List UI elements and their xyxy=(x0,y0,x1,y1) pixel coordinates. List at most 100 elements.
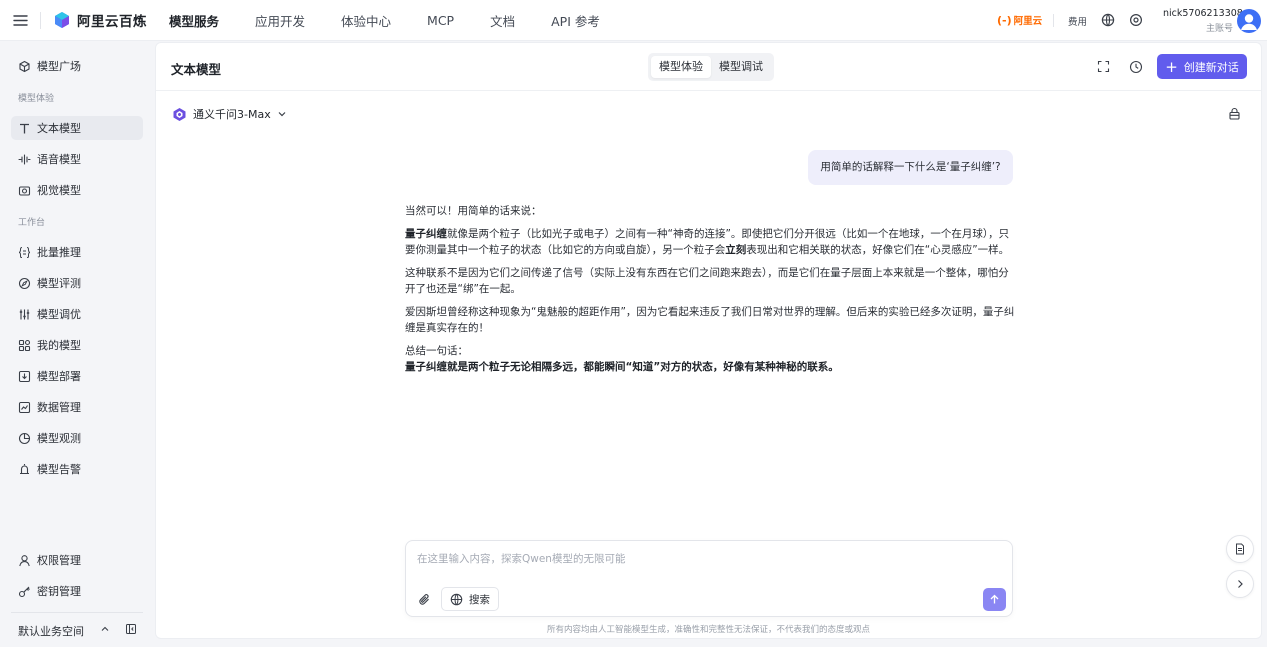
sidebar-item-model-alert[interactable]: 模型告警 xyxy=(11,457,143,481)
answer-summary: 量子纠缠就是两个粒子无论相隔多远，都能瞬间“知道”对方的状态，好像有某种神秘的联… xyxy=(405,359,1015,375)
answer-text: 表现出和它相关联的状态，好像它们在“心灵感应”一样。 xyxy=(746,244,1010,256)
avatar[interactable] xyxy=(1237,9,1261,33)
sidebar-item-model-plaza[interactable]: 模型广场 xyxy=(11,54,143,78)
chevron-right-icon xyxy=(1238,580,1243,588)
qwen-logo-icon xyxy=(172,107,187,122)
sidebar-group-experience: 模型体验 xyxy=(18,94,55,104)
lock-icon[interactable] xyxy=(1228,107,1241,120)
chat-input[interactable] xyxy=(417,551,997,571)
sidebar-item-model-deploy[interactable]: 模型部署 xyxy=(11,364,143,388)
new-chat-button[interactable]: + 创建新对话 xyxy=(1157,54,1247,79)
top-bar: 阿里云百炼 模型服务 应用开发 体验中心 MCP 文档 API 参考 (-) 阿… xyxy=(0,0,1267,41)
sidebar-item-label: 语音模型 xyxy=(37,153,81,166)
sidebar: 模型广场 模型体验 文本模型 语音模型 视觉模型 工作台 批量推理 模型评测 模… xyxy=(0,42,154,647)
answer-intro: 当然可以！用简单的话来说： xyxy=(405,205,542,217)
tab-model-experience[interactable]: 模型体验 xyxy=(651,56,711,78)
sidebar-item-label: 模型调优 xyxy=(37,308,81,321)
sidebar-item-label: 模型部署 xyxy=(37,370,81,383)
sidebar-item-voice-model[interactable]: 语音模型 xyxy=(11,147,143,171)
braces-icon xyxy=(18,246,31,259)
text-icon xyxy=(18,122,31,135)
answer-bold: 量子纠缠 xyxy=(405,228,447,240)
sidebar-item-keys[interactable]: 密钥管理 xyxy=(11,579,143,603)
document-icon xyxy=(1236,543,1244,555)
sidebar-item-label: 权限管理 xyxy=(37,554,81,567)
answer-paragraph: 爱因斯坦曾经称这种现象为“鬼魅般的超距作用”，因为它看起来违反了我们日常对世界的… xyxy=(405,306,1015,334)
alarm-icon xyxy=(18,463,31,476)
bailian-logo-icon xyxy=(53,11,71,29)
nav-mcp[interactable]: MCP xyxy=(427,13,454,28)
sliders-icon xyxy=(18,308,31,321)
sidebar-item-label: 数据管理 xyxy=(37,401,81,414)
fee-link[interactable]: 费用 xyxy=(1068,14,1087,28)
waveform-icon xyxy=(18,153,31,166)
fullscreen-icon[interactable] xyxy=(1097,60,1110,73)
sidebar-item-my-models[interactable]: 我的模型 xyxy=(11,333,143,357)
answer-summary-label: 总结一句话： xyxy=(405,345,468,357)
divider xyxy=(11,612,143,613)
aliyun-bracket-icon: (-) xyxy=(997,13,1012,27)
nav-experience-center[interactable]: 体验中心 xyxy=(341,11,391,30)
sidebar-item-label: 模型广场 xyxy=(37,60,81,73)
send-button[interactable] xyxy=(983,588,1006,611)
workspace-selector[interactable]: 默认业务空间 xyxy=(18,623,84,639)
sidebar-item-data-management[interactable]: 数据管理 xyxy=(11,395,143,419)
gear-icon[interactable] xyxy=(1129,13,1143,27)
brand-name: 阿里云百炼 xyxy=(77,14,147,30)
sidebar-item-label: 密钥管理 xyxy=(37,585,81,598)
user-role: 主账号 xyxy=(1205,24,1233,34)
tab-model-debug[interactable]: 模型调试 xyxy=(711,56,771,78)
web-search-toggle[interactable]: 搜索 xyxy=(441,587,499,611)
user-message: 用简单的话解释一下什么是‘量子纠缠’? xyxy=(808,150,1013,185)
expand-panel-button[interactable] xyxy=(1226,570,1254,598)
cube-icon xyxy=(18,60,31,73)
camera-icon xyxy=(18,184,31,197)
grid-icon xyxy=(18,339,31,352)
key-icon xyxy=(18,585,31,598)
divider xyxy=(40,12,41,29)
aliyun-logo[interactable]: (-) 阿里云 xyxy=(997,13,1043,28)
sidebar-group-workbench: 工作台 xyxy=(18,218,46,228)
history-icon[interactable] xyxy=(1129,60,1143,74)
plus-icon: + xyxy=(1165,57,1178,76)
download-box-icon xyxy=(18,370,31,383)
brand[interactable]: 阿里云百炼 xyxy=(53,10,147,30)
new-chat-label: 创建新对话 xyxy=(1183,60,1239,74)
nav-api-reference[interactable]: API 参考 xyxy=(551,11,600,30)
model-selector[interactable]: 通义千问3-Max xyxy=(172,106,287,122)
disclaimer: 所有内容均由人工智能模型生成，准确性和完整性无法保证，不代表我们的态度或观点 xyxy=(546,625,870,635)
main-panel: 文本模型 模型体验 模型调试 + 创建新对话 通义千问3-Max 用简单的话解释… xyxy=(155,42,1262,639)
top-nav: 模型服务 应用开发 体验中心 MCP 文档 API 参考 xyxy=(169,0,636,41)
divider xyxy=(1053,14,1054,27)
search-label: 搜索 xyxy=(469,593,490,606)
sidebar-item-model-tuning[interactable]: 模型调优 xyxy=(11,302,143,326)
answer-paragraph: 这种联系不是因为它们之间传递了信号（实际上没有东西在它们之间跑来跑去），而是它们… xyxy=(405,267,1009,295)
answer-bold: 立刻 xyxy=(725,244,747,256)
chart-box-icon xyxy=(18,401,31,414)
sidebar-item-label: 模型评测 xyxy=(37,277,81,290)
sidebar-item-text-model[interactable]: 文本模型 xyxy=(11,116,143,140)
chevron-up-icon[interactable] xyxy=(99,623,111,635)
menu-icon[interactable] xyxy=(12,12,29,29)
aliyun-logo-text: 阿里云 xyxy=(1013,16,1043,27)
sidebar-item-model-eval[interactable]: 模型评测 xyxy=(11,271,143,295)
sidebar-collapse-icon[interactable] xyxy=(125,623,137,635)
sidebar-item-label: 视觉模型 xyxy=(37,184,81,197)
chevron-down-icon xyxy=(277,109,287,119)
arrow-up-icon xyxy=(990,594,999,604)
nav-docs[interactable]: 文档 xyxy=(490,11,515,30)
sidebar-item-vision-model[interactable]: 视觉模型 xyxy=(11,178,143,202)
answer-paragraph: 量子纠缠就像是两个粒子（比如光子或电子）之间有一种“神奇的连接”。即使把它们分开… xyxy=(405,226,1015,258)
globe-icon[interactable] xyxy=(1101,13,1115,27)
notes-button[interactable] xyxy=(1226,535,1254,563)
sidebar-item-permissions[interactable]: 权限管理 xyxy=(11,548,143,572)
paperclip-icon[interactable] xyxy=(418,593,431,606)
sidebar-item-label: 我的模型 xyxy=(37,339,81,352)
sidebar-item-model-observe[interactable]: 模型观测 xyxy=(11,426,143,450)
page-title: 文本模型 xyxy=(171,62,222,77)
user-name: nick5706213308 xyxy=(1163,8,1243,19)
nav-app-dev[interactable]: 应用开发 xyxy=(255,11,305,30)
user-info[interactable]: nick5706213308 主账号 xyxy=(1163,8,1243,34)
sidebar-item-batch-inference[interactable]: 批量推理 xyxy=(11,240,143,264)
nav-model-service[interactable]: 模型服务 xyxy=(169,11,219,30)
